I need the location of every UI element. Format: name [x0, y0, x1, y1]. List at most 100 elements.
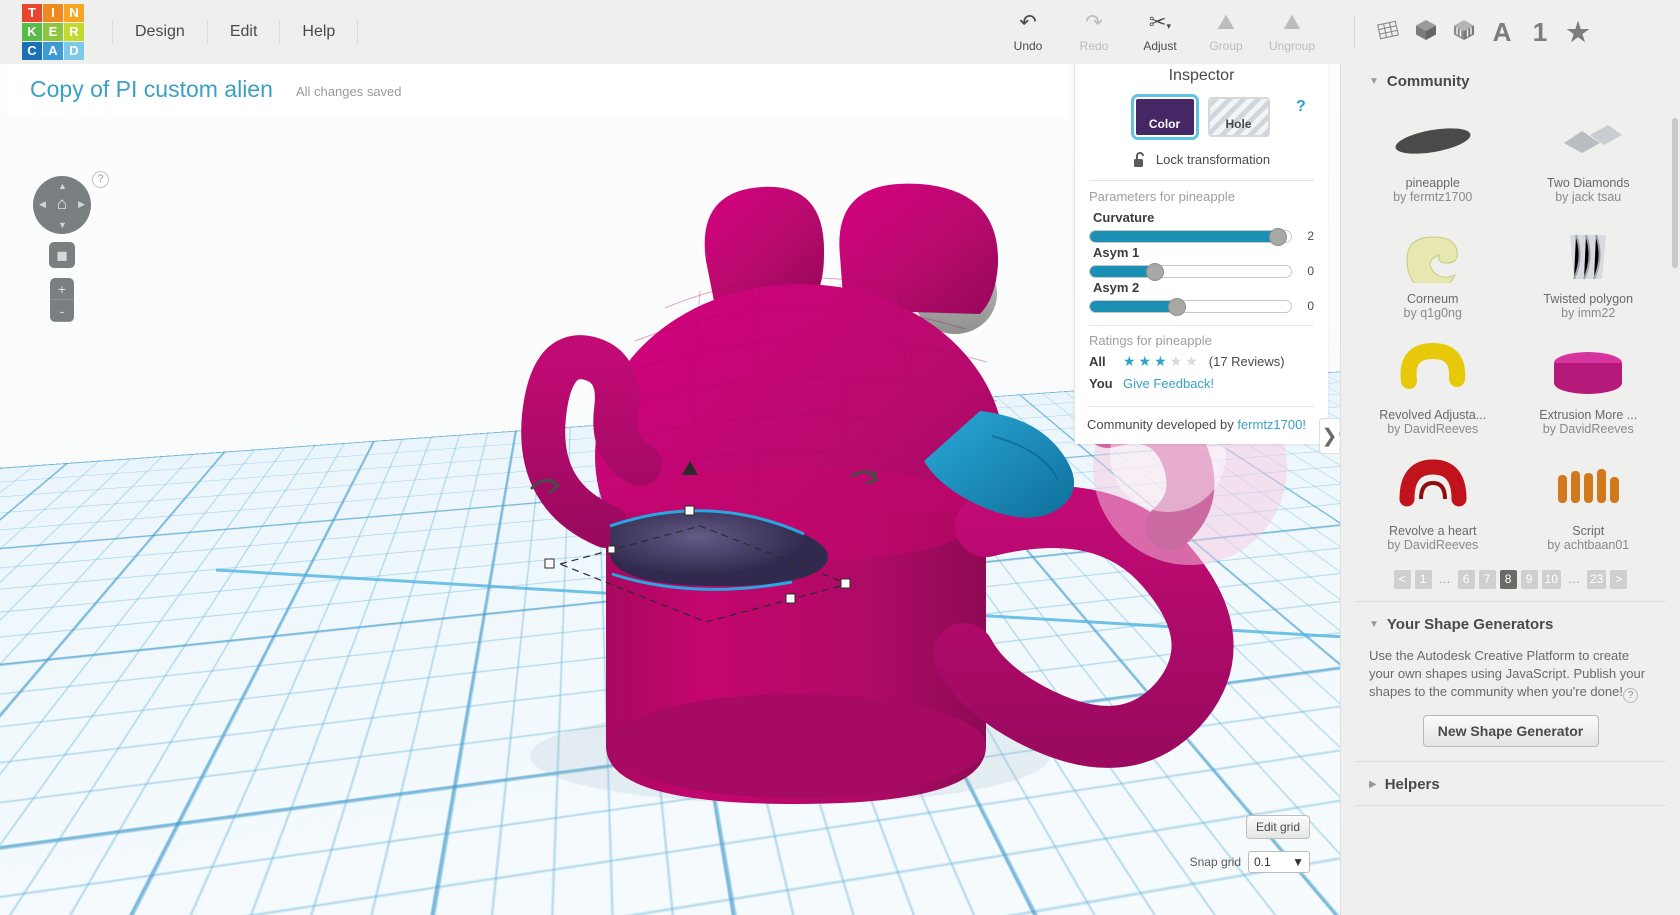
shape-gallery-item[interactable]: Script by achtbaan01: [1511, 448, 1667, 564]
sidebar-divider-last: [1355, 805, 1666, 806]
param-asym1-label: Asym 1: [1093, 245, 1140, 260]
view-navigation-widget[interactable]: ⌂ ▲ ▼ ◀ ▶ ◼ + -: [33, 176, 91, 322]
shape-gallery-item[interactable]: Revolved Adjusta... by DavidReeves: [1355, 332, 1511, 448]
adjust-button[interactable]: ✂▾ Adjust: [1127, 11, 1193, 53]
tinkercad-logo[interactable]: TIN KER CAD: [22, 4, 84, 60]
zoom-out-button[interactable]: -: [50, 300, 74, 322]
shape-author: by imm22: [1561, 306, 1616, 320]
pagination-page-8[interactable]: 8: [1499, 570, 1517, 589]
param-curvature: Curvature 2: [1075, 208, 1328, 246]
logo-tile-a: A: [43, 42, 63, 60]
group-button[interactable]: ⛰ Group: [1193, 11, 1259, 53]
fit-view-cube-icon[interactable]: ◼: [49, 242, 75, 268]
pagination-page-9[interactable]: 9: [1520, 570, 1538, 589]
shapes-sidebar: ▼ Community pineapple by fermtz1700 Two …: [1340, 56, 1680, 915]
param-curvature-slider[interactable]: [1089, 227, 1292, 246]
param-asym1-slider[interactable]: [1089, 262, 1292, 281]
canvas-help-icon[interactable]: ?: [92, 171, 109, 188]
ungroup-button[interactable]: ⛰ Ungroup: [1259, 11, 1325, 53]
snap-grid-label: Snap grid: [1189, 855, 1241, 869]
text-icon[interactable]: A: [1483, 17, 1521, 47]
pagination-prev[interactable]: <: [1393, 570, 1411, 589]
logo-tile-i: I: [43, 4, 63, 22]
favorites-icon[interactable]: ★: [1559, 17, 1597, 47]
group-icon: ⛰: [1217, 11, 1235, 34]
logo-tile-c: C: [22, 42, 42, 60]
zoom-in-button[interactable]: +: [50, 278, 74, 300]
param-asym1: Asym 1 0: [1075, 243, 1328, 281]
shape-category-tools: A 1 ★: [1340, 0, 1597, 64]
inspector-collapse-button[interactable]: ❯: [1319, 418, 1339, 454]
orbit-down-icon[interactable]: ▼: [58, 220, 67, 230]
number-glyph: 1: [1532, 17, 1548, 47]
ratings-stars[interactable]: ★★★★★: [1123, 353, 1201, 370]
orbit-right-icon[interactable]: ▶: [78, 199, 85, 210]
hole-swatch[interactable]: Hole: [1207, 97, 1270, 137]
pagination-page-6[interactable]: 6: [1457, 570, 1475, 589]
shape-name: Revolve a heart: [1388, 524, 1477, 538]
logo-tile-d: D: [64, 42, 84, 60]
snap-grid-select[interactable]: 0.1 ▼: [1248, 851, 1310, 873]
chevron-down-icon: ▼: [1292, 855, 1304, 869]
pagination-page-23[interactable]: 23: [1587, 570, 1607, 589]
zoom-controls[interactable]: + -: [50, 278, 74, 322]
menu-edit[interactable]: Edit: [208, 19, 281, 45]
helpers-section-header[interactable]: ▶ Helpers: [1341, 764, 1680, 803]
shape-generators-section-header[interactable]: ▼ Your Shape Generators: [1341, 604, 1680, 643]
shape-generators-help-icon[interactable]: ?: [1622, 688, 1638, 703]
toolbar-divider: [1354, 15, 1355, 49]
menu-design[interactable]: Design: [112, 19, 208, 45]
orbit-up-icon[interactable]: ▲: [58, 181, 67, 191]
shape-gallery-item[interactable]: Twisted polygon by imm22: [1511, 216, 1667, 332]
logo-tile-e: E: [43, 23, 63, 41]
sidebar-scrollbar[interactable]: [1672, 118, 1678, 268]
pagination-page-1[interactable]: 1: [1414, 570, 1432, 589]
shape-gallery-item[interactable]: Extrusion More ... by DavidReeves: [1511, 332, 1667, 448]
redo-button[interactable]: ↷ Redo: [1061, 11, 1127, 53]
home-view-icon[interactable]: ⌂: [52, 194, 72, 214]
developer-prefix: Community developed by: [1087, 417, 1238, 432]
page-title[interactable]: Copy of PI custom alien: [30, 76, 273, 103]
shape-gallery-item[interactable]: Two Diamonds by jack tsau: [1511, 100, 1667, 216]
inspector-help-icon[interactable]: ?: [1296, 98, 1306, 116]
new-shape-generator-button[interactable]: New Shape Generator: [1422, 715, 1599, 747]
menu-help[interactable]: Help: [280, 19, 359, 45]
shape-name: Revolved Adjusta...: [1379, 408, 1487, 422]
orbit-left-icon[interactable]: ◀: [39, 199, 46, 210]
pagination-page-7[interactable]: 7: [1478, 570, 1496, 589]
shape-author: by jack tsau: [1555, 190, 1622, 204]
param-asym2-label: Asym 2: [1093, 280, 1140, 295]
tinkercad-app: ⌂ ▲ ▼ ◀ ▶ ◼ + - ? Edit grid Snap grid 0.…: [0, 0, 1680, 915]
shape-gallery-item[interactable]: pineapple by fermtz1700: [1355, 100, 1511, 216]
number-icon[interactable]: 1: [1521, 17, 1559, 47]
pagination-next[interactable]: >: [1610, 570, 1628, 589]
workplane-icon[interactable]: [1369, 17, 1407, 48]
undo-button[interactable]: ↶ Undo: [995, 11, 1061, 53]
cube-icon[interactable]: [1407, 17, 1445, 48]
community-section-header[interactable]: ▼ Community: [1341, 61, 1680, 100]
snap-grid-control[interactable]: Snap grid 0.1 ▼: [1190, 851, 1310, 873]
shape-thumbnail: [1355, 448, 1511, 520]
shape-gallery-item[interactable]: Revolve a heart by DavidReeves: [1355, 448, 1511, 564]
param-asym2-slider[interactable]: [1089, 297, 1292, 316]
adjust-icon: ✂▾: [1148, 11, 1172, 34]
shape-name: Twisted polygon: [1543, 292, 1634, 306]
logo-tile-t: T: [22, 4, 42, 22]
shape-generator-icon[interactable]: [1445, 17, 1483, 48]
color-swatch[interactable]: Color: [1130, 94, 1199, 140]
developer-link[interactable]: fermtz1700!: [1237, 417, 1306, 432]
shape-name: Script: [1572, 524, 1605, 538]
edit-grid-button[interactable]: Edit grid: [1245, 815, 1310, 839]
workplane-major-grid: [0, 363, 1340, 915]
orbit-disk[interactable]: ⌂ ▲ ▼ ◀ ▶: [33, 176, 91, 234]
give-feedback-link[interactable]: Give Feedback!: [1123, 376, 1214, 391]
param-curvature-value: 2: [1307, 229, 1314, 243]
shape-author: by fermtz1700: [1393, 190, 1473, 204]
lock-transformation-row[interactable]: Lock transformation: [1075, 151, 1328, 168]
star-glyph: ★: [1566, 17, 1590, 47]
shape-gallery-item[interactable]: Corneum by q1g0ng: [1355, 216, 1511, 332]
shape-thumbnail: [1355, 332, 1511, 404]
redo-icon: ↷: [1085, 11, 1103, 34]
ungroup-label: Ungroup: [1268, 39, 1316, 53]
pagination-page-10[interactable]: 10: [1541, 570, 1561, 589]
